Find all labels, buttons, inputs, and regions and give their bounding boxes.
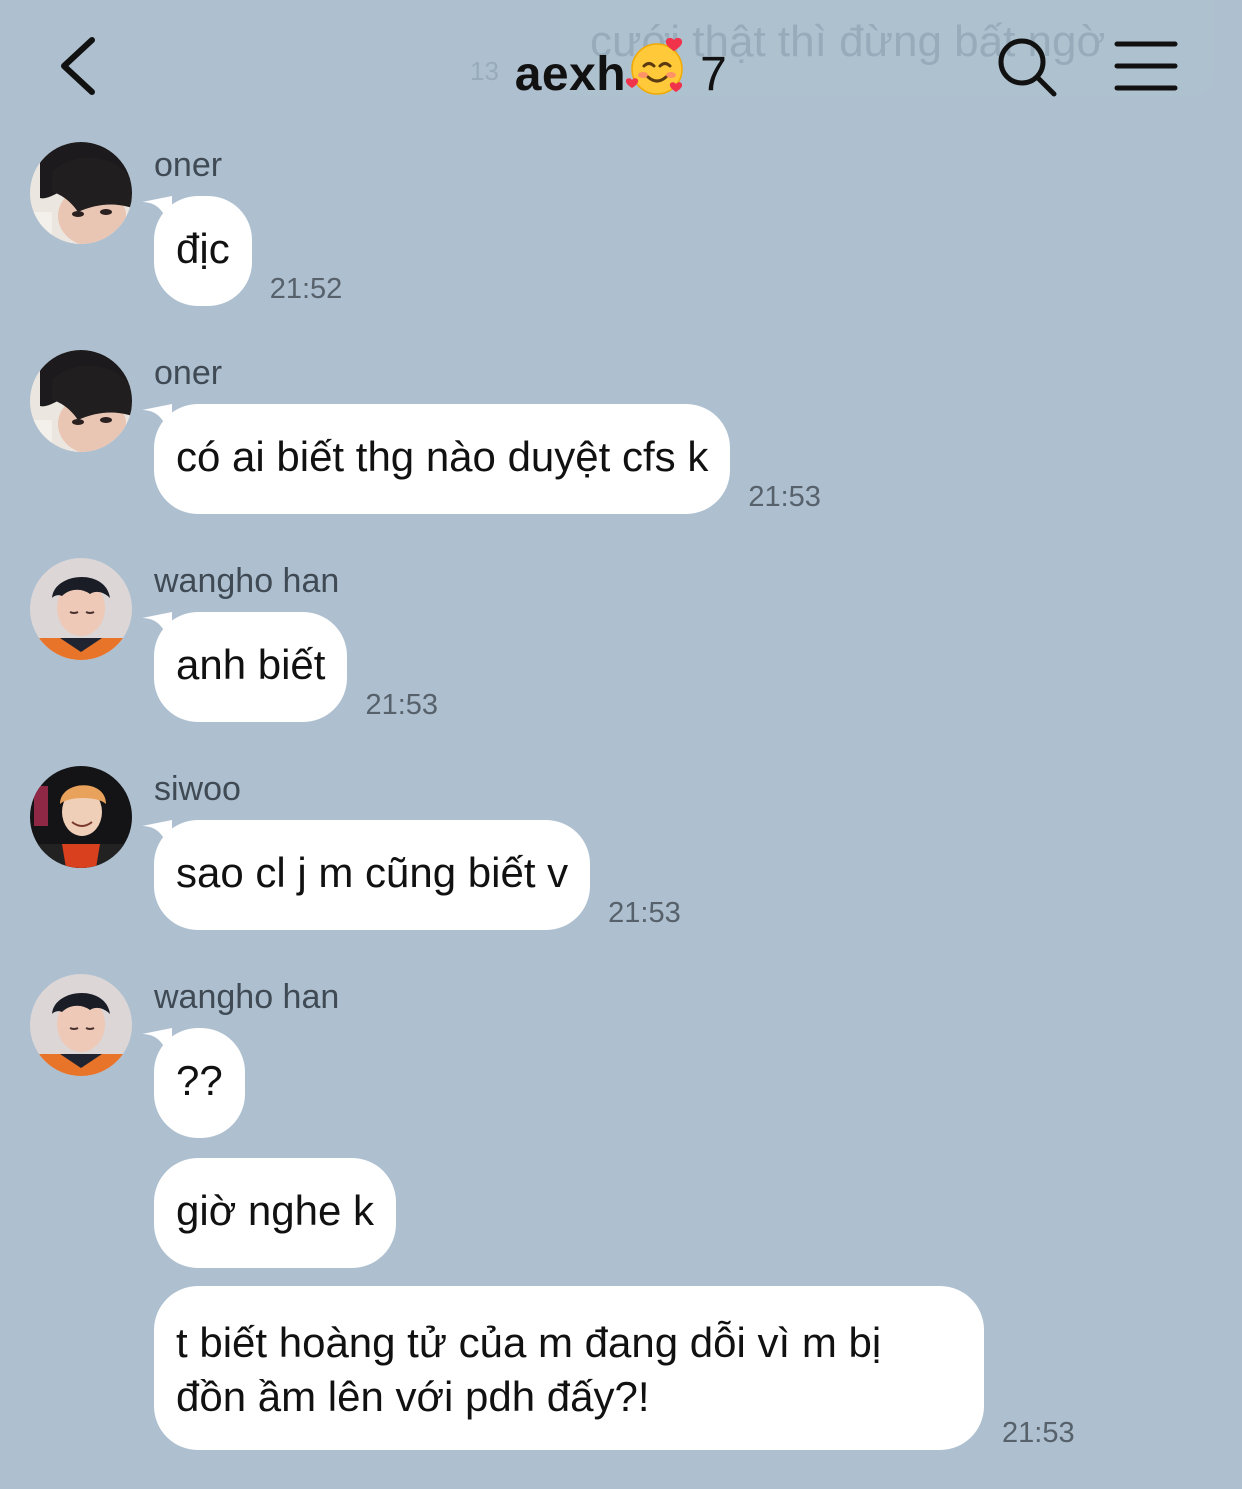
message-row: có ai biết thg nào duyệt cfs k 21:53 xyxy=(142,404,821,514)
chat-header: cưới thật thì đừng bất ngờ 13 aexh 7 xyxy=(0,0,1242,130)
sender-name: oner xyxy=(154,146,223,184)
message-text: có ai biết thg nào duyệt cfs k xyxy=(176,433,709,480)
message-time: 21:53 xyxy=(748,481,821,513)
message-row: địc 21:52 xyxy=(142,196,343,306)
message-row: t biết hoàng tử của m đang dỗi vì m bị đ… xyxy=(154,1286,1075,1450)
message-text: giờ nghe k xyxy=(176,1187,375,1234)
message-bubble[interactable]: có ai biết thg nào duyệt cfs k xyxy=(142,404,731,514)
message-group: siwoo sao cl j m cũng biết v 21:53 xyxy=(0,766,1242,946)
message-group: wangho han anh biết 21:53 xyxy=(0,558,1242,738)
message-time: 21:53 xyxy=(1002,1417,1075,1449)
message-group: wangho han ?? giờ nghe k t biết hoàng tử… xyxy=(0,974,1242,1474)
search-button[interactable] xyxy=(992,32,1062,102)
avatar[interactable] xyxy=(30,974,132,1076)
message-row: sao cl j m cũng biết v 21:53 xyxy=(142,820,681,930)
avatar-wangho-photo xyxy=(30,974,132,1076)
message-text: ?? xyxy=(176,1057,223,1104)
group-name: aexh xyxy=(514,48,627,101)
message-row: giờ nghe k xyxy=(154,1158,397,1268)
search-icon xyxy=(998,38,1057,97)
avatar-wangho-photo xyxy=(30,558,132,660)
bubble-tail xyxy=(142,404,172,434)
avatar[interactable] xyxy=(30,142,132,244)
smiling-face-with-hearts-icon xyxy=(625,36,688,110)
bubble-tail xyxy=(142,1028,172,1058)
avatar-oner-photo xyxy=(30,142,132,244)
message-bubble[interactable]: ?? xyxy=(142,1028,245,1138)
message-group: oner có ai biết thg nào duyệt cfs k 21:5… xyxy=(0,350,1242,530)
message-time: 21:53 xyxy=(365,689,439,721)
sender-name: oner xyxy=(154,354,223,392)
menu-button[interactable] xyxy=(1112,38,1182,94)
hamburger-menu-icon xyxy=(1114,41,1178,91)
sender-name: wangho han xyxy=(154,562,340,600)
message-row: anh biết 21:53 xyxy=(142,612,439,722)
message-time: 21:52 xyxy=(269,273,343,305)
member-count: 7 xyxy=(700,48,728,101)
message-text: sao cl j m cũng biết v xyxy=(176,849,569,896)
avatar-oner-photo xyxy=(30,350,132,452)
message-bubble[interactable]: sao cl j m cũng biết v xyxy=(142,820,591,930)
bubble-tail xyxy=(142,196,172,226)
avatar[interactable] xyxy=(30,350,132,452)
sender-name: wangho han xyxy=(154,978,340,1016)
avatar-siwoo-photo xyxy=(30,766,132,868)
bubble-tail xyxy=(142,612,172,642)
message-text: anh biết xyxy=(176,641,326,688)
sender-name: siwoo xyxy=(154,770,241,808)
message-time: 21:53 xyxy=(608,897,681,929)
message-row: ?? xyxy=(142,1028,245,1138)
message-bubble[interactable]: t biết hoàng tử của m đang dỗi vì m bị đ… xyxy=(154,1286,984,1450)
message-group: oner địc 21:52 xyxy=(0,142,1242,322)
message-bubble[interactable]: giờ nghe k xyxy=(154,1158,397,1268)
message-text: địc xyxy=(176,225,230,272)
avatar[interactable] xyxy=(30,558,132,660)
avatar[interactable] xyxy=(30,766,132,868)
message-bubble[interactable]: địc xyxy=(142,196,252,306)
message-bubble[interactable]: anh biết xyxy=(142,612,348,722)
message-text: t biết hoàng tử của m đang dỗi vì m bị đ… xyxy=(176,1319,882,1420)
bubble-tail xyxy=(142,820,172,850)
